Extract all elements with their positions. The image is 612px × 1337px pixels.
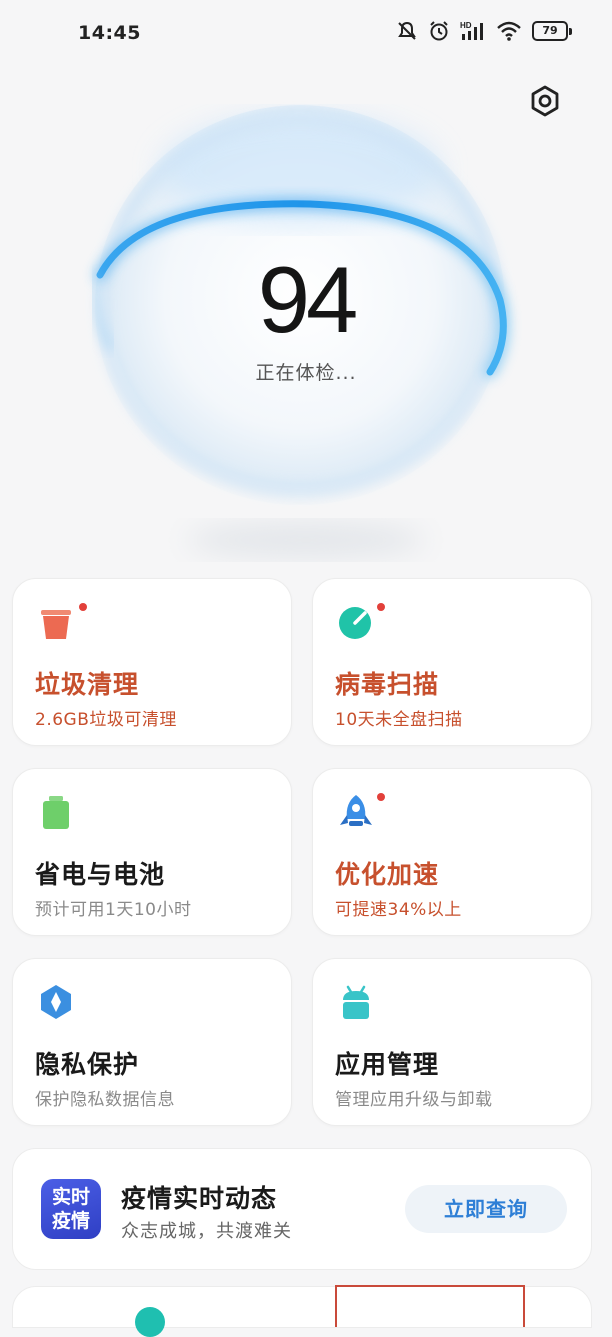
radar-icon [339,607,371,639]
card-subtitle: 管理应用升级与卸载 [335,1090,493,1110]
card-title: 隐私保护 [35,1050,140,1079]
card-app-management[interactable]: 应用管理 管理应用升级与卸载 [312,958,592,1126]
battery-level: 79 [532,21,568,41]
battery-icon: 79 [532,21,572,41]
health-score-hero: 94 正在体检... [0,100,612,570]
status-bar: 14:45 HD 79 [0,0,612,70]
mute-icon [398,21,416,40]
status-icons: HD 79 [396,20,572,42]
partial-icon [135,1307,165,1337]
card-title: 病毒扫描 [335,670,440,699]
logo-line-1: 实时 [51,1186,90,1208]
next-card-partial[interactable] [12,1285,592,1337]
shield-diamond-icon [41,985,71,1019]
card-junk-clean[interactable]: 垃圾清理 2.6GB垃圾可清理 [12,578,292,746]
card-virus-scan[interactable]: 病毒扫描 10天未全盘扫描 [312,578,592,746]
network-type: HD [460,21,472,30]
card-title: 垃圾清理 [35,670,140,699]
status-time: 14:45 [78,22,141,44]
badge-dot [79,603,87,611]
badge-dot [377,793,385,801]
card-subtitle: 2.6GB垃圾可清理 [35,710,177,730]
card-subtitle: 保护隐私数据信息 [35,1090,175,1110]
badge-dot [377,603,385,611]
card-subtitle: 预计可用1天10小时 [35,900,192,920]
scan-status: 正在体检... [255,362,357,384]
alarm-icon [430,21,448,41]
query-now-button[interactable]: 立即查询 [405,1185,567,1233]
signal-icon: HD [460,21,483,40]
epidemic-banner[interactable]: 实时 疫情 疫情实时动态 众志成城，共渡难关 立即查询 [12,1148,592,1270]
health-score: 94 [257,247,359,352]
trash-can-icon [41,610,71,639]
card-subtitle: 可提速34%以上 [335,900,462,920]
card-subtitle: 10天未全盘扫描 [335,710,463,730]
card-title: 省电与电池 [35,860,166,889]
rocket-icon [340,795,372,826]
card-battery[interactable]: 省电与电池 预计可用1天10小时 [12,768,292,936]
android-icon [343,985,369,1019]
card-privacy[interactable]: 隐私保护 保护隐私数据信息 [12,958,292,1126]
banner-title: 疫情实时动态 [121,1184,278,1213]
partial-highlight-box [335,1285,525,1327]
wifi-icon [497,21,521,41]
card-title: 应用管理 [335,1050,440,1079]
banner-subtitle: 众志成城，共渡难关 [121,1221,292,1242]
battery-icon [43,796,69,829]
card-title: 优化加速 [335,860,440,889]
card-optimize-boost[interactable]: 优化加速 可提速34%以上 [312,768,592,936]
logo-line-2: 疫情 [51,1210,90,1232]
epidemic-logo: 实时 疫情 [41,1179,101,1239]
